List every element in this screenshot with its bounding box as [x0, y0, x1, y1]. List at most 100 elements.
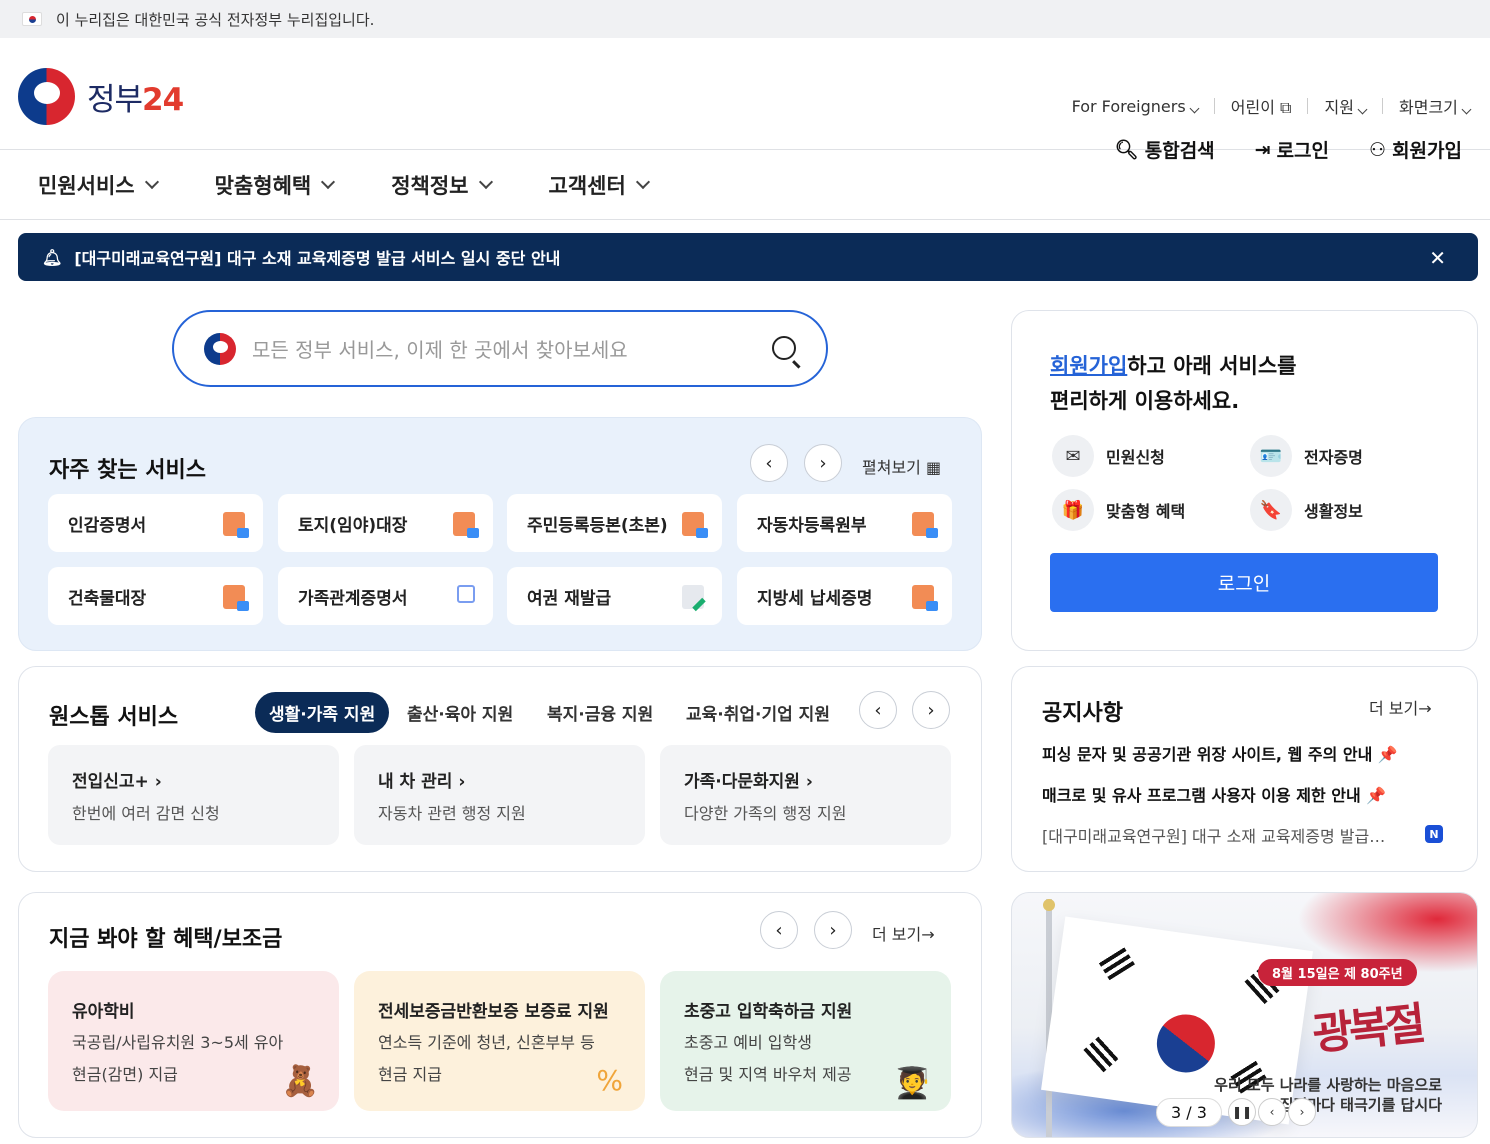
- notice-item[interactable]: 매크로 및 유사 프로그램 사용자 이용 제한 안내 📌: [1042, 782, 1386, 806]
- banner-title: 광복절: [1310, 998, 1425, 1061]
- login-button[interactable]: 로그인: [1050, 553, 1438, 612]
- chevron-down-icon: [321, 174, 336, 189]
- tab-education-jobs[interactable]: 교육·취업·기업 지원: [686, 700, 830, 725]
- discount-tag-icon: %: [596, 1064, 623, 1097]
- gov-emblem-icon: [18, 68, 75, 125]
- service-e-cert[interactable]: 🪪 전자증명: [1250, 435, 1363, 477]
- nav-civil-service[interactable]: 민원서비스: [38, 170, 159, 200]
- main-actions: 🔍︎ 통합검색 ⇥ 로그인 ⚇ 회원가입: [1115, 136, 1462, 163]
- login-message: 회원가입하고 아래 서비스를 편리하게 이용하세요.: [1050, 354, 1297, 413]
- gov-banner: 이 누리집은 대한민국 공식 전자정부 누리집입니다.: [0, 0, 1490, 38]
- pdf-icon: [223, 512, 249, 538]
- search-icon: 🔍︎: [1114, 139, 1139, 161]
- service-tile[interactable]: 지방세 납세증명: [737, 567, 952, 625]
- chevron-down-icon: [635, 174, 650, 189]
- taeguk-icon: [1145, 1002, 1227, 1085]
- certificate-icon: 🪪: [1250, 435, 1292, 477]
- chevron-down-icon: [1189, 103, 1200, 113]
- notice-item[interactable]: [대구미래교육연구원] 대구 소재 교육제증명 발급…: [1042, 823, 1385, 847]
- user-add-icon: ⚇: [1369, 138, 1387, 161]
- close-icon[interactable]: ✕: [1429, 246, 1446, 270]
- korea-flag-icon: [22, 12, 42, 26]
- tab-childcare[interactable]: 출산·육아 지원: [407, 700, 513, 725]
- section-title: 지금 봐야 할 혜택/보조금: [49, 927, 283, 952]
- frequent-services: 자주 찾는 서비스 ‹ › 펼쳐보기 ▦ 인감증명서 토지(임야)대장 주민등록…: [18, 417, 982, 651]
- chevron-down-icon: [478, 174, 493, 189]
- service-life-info[interactable]: 🔖 생활정보: [1250, 489, 1363, 531]
- section-title: 원스톱 서비스: [49, 705, 179, 730]
- more-link[interactable]: 더 보기→: [872, 921, 935, 945]
- header: 정부24 For Foreigners 어린이 ⧉ 지원 화면크기 🔍︎ 통합검색…: [0, 38, 1490, 162]
- grid-icon: ▦: [925, 458, 942, 477]
- pdf-icon: [682, 512, 708, 538]
- next-button[interactable]: ›: [912, 691, 950, 729]
- service-tile[interactable]: 가족관계증명서: [278, 567, 493, 625]
- pin-icon: 📌: [1366, 786, 1387, 805]
- benefit-card[interactable]: 전세보증금반환보증 보증료 지원 연소득 기준에 청년, 신혼부부 등 현금 지급%: [354, 971, 645, 1111]
- notice-bar[interactable]: 🔔︎ [대구미래교육연구원] 대구 소재 교육제증명 발급 서비스 일시 중단 …: [18, 233, 1478, 281]
- external-link-icon: [457, 585, 475, 603]
- nav-custom-benefits[interactable]: 맞춤형혜택: [215, 170, 336, 200]
- signup-highlight[interactable]: 회원가입: [1050, 354, 1127, 378]
- service-tile[interactable]: 토지(임야)대장: [278, 494, 493, 552]
- kids-link[interactable]: 어린이 ⧉: [1231, 94, 1292, 118]
- search-icon[interactable]: [772, 336, 796, 360]
- promo-banner[interactable]: 8월 15일은 제 80주년 광복절 우리 모두 나라를 사랑하는 마음으로 집집…: [1011, 892, 1478, 1138]
- tab-welfare-finance[interactable]: 복지·금융 지원: [547, 700, 653, 725]
- search-input[interactable]: 모든 정부 서비스, 이제 한 곳에서 찾아보세요: [252, 334, 628, 363]
- screen-size-link[interactable]: 화면크기: [1399, 94, 1472, 118]
- login-link[interactable]: ⇥ 로그인: [1255, 136, 1329, 163]
- search-box[interactable]: 모든 정부 서비스, 이제 한 곳에서 찾아보세요: [172, 310, 828, 387]
- logo[interactable]: 정부24: [18, 68, 184, 125]
- nav-customer-center[interactable]: 고객센터: [549, 170, 650, 200]
- nav-policy-info[interactable]: 정책정보: [391, 170, 493, 200]
- prev-button[interactable]: ‹: [760, 911, 798, 949]
- onestop-card[interactable]: 전입신고+ › 한번에 여러 감면 신청: [48, 745, 339, 845]
- service-tile[interactable]: 인감증명서: [48, 494, 263, 552]
- banner-pill: 8월 15일은 제 80주년: [1258, 959, 1417, 986]
- pdf-icon: [453, 512, 479, 538]
- expand-link[interactable]: 펼쳐보기 ▦: [862, 454, 941, 478]
- pin-icon: 📌: [1377, 745, 1398, 764]
- notice-item[interactable]: 피싱 문자 및 공공기관 위장 사이트, 웹 주의 안내 📌: [1042, 741, 1398, 765]
- gov-banner-text: 이 누리집은 대한민국 공식 전자정부 누리집입니다.: [56, 10, 375, 29]
- onestop-card[interactable]: 가족·다문화지원 › 다양한 가족의 행정 지원: [660, 745, 951, 845]
- for-foreigners-link[interactable]: For Foreigners: [1072, 97, 1200, 116]
- tab-life-family[interactable]: 생활·가족 지원: [255, 692, 390, 733]
- onestop-services: 원스톱 서비스 생활·가족 지원 출산·육아 지원 복지·금융 지원 교육·취업…: [18, 666, 982, 872]
- integrated-search-button[interactable]: 🔍︎ 통합검색: [1115, 136, 1215, 163]
- benefit-card[interactable]: 유아학비 국공립/사립유치원 3~5세 유아 현금(감면) 지급 🧸: [48, 971, 339, 1111]
- prev-icon[interactable]: ‹: [1258, 1098, 1286, 1126]
- login-panel: 회원가입하고 아래 서비스를 편리하게 이용하세요. ✉ 민원신청 🪪 전자증명 🎁 맞…: [1011, 310, 1478, 651]
- service-benefits[interactable]: 🎁 맞춤형 혜택: [1052, 489, 1185, 531]
- banner-controls: ❚❚ ‹ ›: [1228, 1098, 1316, 1126]
- edit-icon: [682, 585, 704, 609]
- benefits-section: 지금 봐야 할 혜택/보조금 ‹ › 더 보기→ 유아학비 국공립/사립유치원 3…: [18, 892, 982, 1138]
- util-links: For Foreigners 어린이 ⧉ 지원 화면크기: [1072, 94, 1472, 118]
- benefit-card[interactable]: 초중고 입학축하금 지원 초중고 예비 입학생 현금 및 지역 바우처 제공 🧑‍🎓: [660, 971, 951, 1111]
- pdf-icon: [912, 512, 938, 538]
- onestop-card[interactable]: 내 차 관리 › 자동차 관련 행정 지원: [354, 745, 645, 845]
- next-button[interactable]: ›: [814, 911, 852, 949]
- student-icon: 🧑‍🎓: [893, 1066, 931, 1101]
- section-title: 자주 찾는 서비스: [49, 458, 206, 483]
- service-civil-apply[interactable]: ✉ 민원신청: [1052, 435, 1165, 477]
- service-tile[interactable]: 주민등록등본(초본): [507, 494, 722, 552]
- pause-icon[interactable]: ❚❚: [1228, 1098, 1256, 1126]
- service-tile[interactable]: 자동차등록원부: [737, 494, 952, 552]
- prev-button[interactable]: ‹: [859, 691, 897, 729]
- section-title: 공지사항: [1042, 701, 1123, 726]
- service-tile[interactable]: 건축물대장: [48, 567, 263, 625]
- service-tile[interactable]: 여권 재발급: [507, 567, 722, 625]
- chevron-down-icon: [1357, 104, 1368, 115]
- prev-button[interactable]: ‹: [750, 444, 788, 482]
- logo-number: 24: [142, 82, 184, 118]
- chevron-down-icon: [1461, 104, 1472, 115]
- next-icon[interactable]: ›: [1288, 1098, 1316, 1126]
- more-link[interactable]: 더 보기→: [1369, 695, 1432, 719]
- signup-link[interactable]: ⚇ 회원가입: [1369, 136, 1462, 163]
- new-badge: N: [1425, 825, 1443, 843]
- support-link[interactable]: 지원: [1324, 94, 1368, 118]
- next-button[interactable]: ›: [804, 444, 842, 482]
- chevron-down-icon: [144, 174, 159, 189]
